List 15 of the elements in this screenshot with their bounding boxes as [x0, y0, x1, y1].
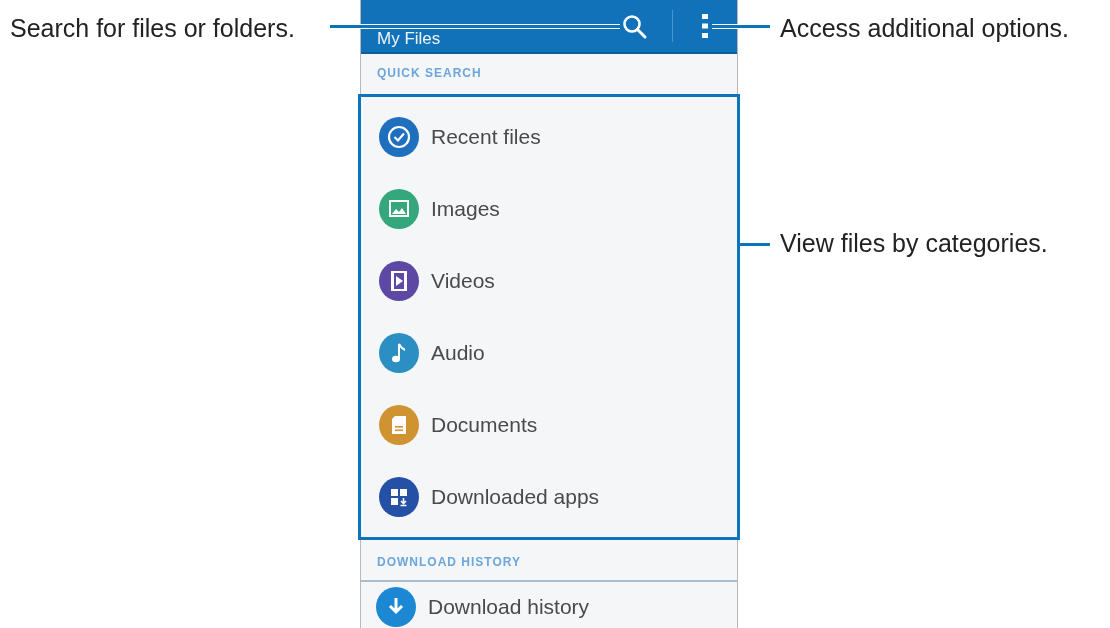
category-item[interactable]: Documents — [364, 389, 737, 461]
category-item[interactable]: Images — [364, 173, 737, 245]
section-header: QUICK SEARCH — [377, 66, 482, 80]
callout-text: View files by categories. — [780, 228, 1048, 259]
app-title: My Files — [377, 29, 442, 50]
search-icon[interactable] — [622, 14, 648, 40]
category-item[interactable]: Download history — [361, 584, 737, 628]
category-item[interactable]: Audio — [364, 317, 737, 389]
more-options-icon[interactable] — [701, 13, 709, 39]
callout-text: Search for files or folders. — [10, 13, 295, 44]
section-header: DOWNLOAD HISTORY — [377, 555, 521, 569]
category-item[interactable]: Recent files — [364, 101, 737, 173]
category-item[interactable]: Videos — [364, 245, 737, 317]
category-item[interactable]: Downloaded apps — [364, 461, 737, 533]
callout-text: Access additional options. — [780, 13, 1070, 44]
